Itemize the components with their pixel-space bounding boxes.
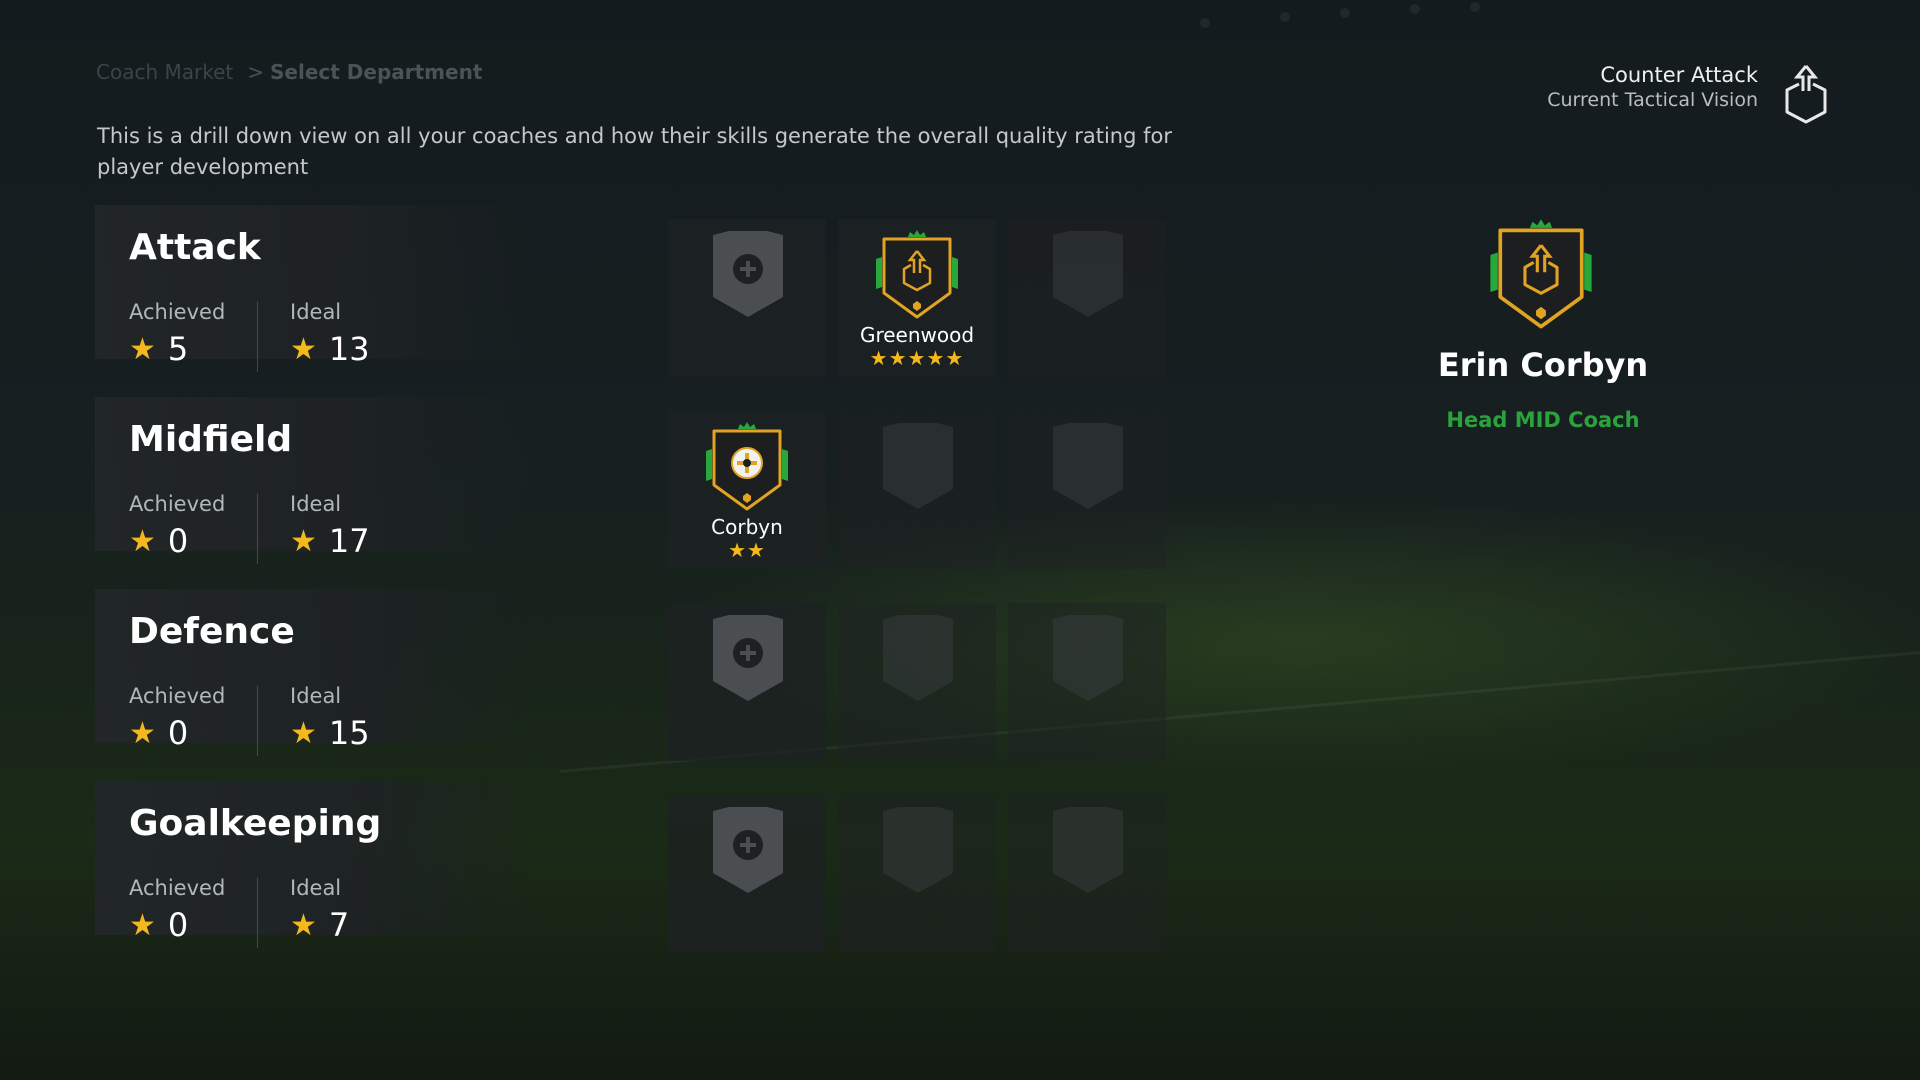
ideal-value: ★ 13 bbox=[290, 330, 370, 368]
star-icon: ★ bbox=[129, 331, 156, 367]
stat-divider bbox=[257, 302, 258, 372]
ideal-value: ★ 17 bbox=[290, 522, 370, 560]
stat-divider bbox=[257, 686, 258, 756]
empty-coach-slot bbox=[838, 795, 996, 953]
achieved-value: ★ 0 bbox=[129, 714, 225, 752]
ideal-number: 7 bbox=[328, 906, 350, 944]
midfield-coach-badge-icon bbox=[706, 422, 788, 511]
ideal-stat: Ideal ★ 7 bbox=[290, 876, 349, 944]
achieved-label: Achieved bbox=[129, 300, 226, 324]
ideal-stat: Ideal ★ 13 bbox=[290, 300, 370, 368]
ideal-number: 17 bbox=[328, 522, 370, 560]
stat-divider bbox=[257, 878, 258, 948]
add-coach-slot[interactable] bbox=[668, 219, 826, 377]
stadium-light bbox=[1280, 12, 1290, 22]
breadcrumb: Coach Market > Select Department bbox=[96, 60, 482, 84]
empty-coach-slot bbox=[1008, 219, 1166, 377]
add-coach-slot[interactable] bbox=[668, 795, 826, 953]
add-coach-icon bbox=[713, 231, 783, 317]
ideal-number: 13 bbox=[328, 330, 370, 368]
ideal-label: Ideal bbox=[290, 300, 342, 324]
stat-divider bbox=[257, 494, 258, 564]
ideal-value: ★ 15 bbox=[290, 714, 370, 752]
selected-coach-role: Head MID Coach bbox=[1446, 408, 1640, 432]
tactic-label: Current Tactical Vision bbox=[1547, 89, 1758, 111]
achieved-label: Achieved bbox=[129, 492, 226, 516]
achieved-number: 5 bbox=[167, 330, 189, 368]
add-coach-slot[interactable] bbox=[668, 603, 826, 761]
achieved-stat: Achieved ★ 0 bbox=[129, 876, 225, 944]
ideal-stat: Ideal ★ 15 bbox=[290, 684, 370, 752]
tactic-name: Counter Attack bbox=[1600, 63, 1758, 87]
breadcrumb-root[interactable]: Coach Market bbox=[96, 60, 233, 84]
ideal-label: Ideal bbox=[290, 684, 342, 708]
empty-slot-shield-icon bbox=[1053, 615, 1123, 701]
coach-rating-stars: ★★★★★ bbox=[869, 346, 965, 370]
coach-name: Greenwood bbox=[859, 323, 975, 347]
empty-coach-slot bbox=[1008, 795, 1166, 953]
breadcrumb-current: Select Department bbox=[270, 60, 483, 84]
achieved-stat: Achieved ★ 0 bbox=[129, 684, 225, 752]
coach-slot[interactable]: Greenwood ★★★★★ bbox=[838, 219, 996, 377]
stadium-light bbox=[1410, 4, 1420, 14]
empty-coach-slot bbox=[1008, 603, 1166, 761]
achieved-number: 0 bbox=[167, 714, 189, 752]
ideal-number: 15 bbox=[328, 714, 370, 752]
achieved-stat: Achieved ★ 5 bbox=[129, 300, 225, 368]
empty-slot-shield-icon bbox=[1053, 231, 1123, 317]
coach-rating-stars: ★★ bbox=[728, 538, 766, 562]
empty-slot-shield-icon bbox=[883, 423, 953, 509]
ideal-label: Ideal bbox=[290, 492, 342, 516]
achieved-number: 0 bbox=[167, 906, 189, 944]
empty-coach-slot bbox=[838, 603, 996, 761]
achieved-number: 0 bbox=[167, 522, 189, 560]
star-icon: ★ bbox=[129, 907, 156, 943]
department-name: Defence bbox=[129, 611, 295, 652]
star-icon: ★ bbox=[129, 715, 156, 751]
star-icon: ★ bbox=[290, 523, 317, 559]
star-icon: ★ bbox=[290, 715, 317, 751]
empty-slot-shield-icon bbox=[1053, 807, 1123, 893]
empty-coach-slot bbox=[1008, 411, 1166, 569]
department-midfield[interactable]: Midfield Achieved ★ 0 Ideal ★ 17 bbox=[95, 397, 535, 564]
coach-name: Corbyn bbox=[711, 515, 783, 539]
empty-slot-shield-icon bbox=[883, 807, 953, 893]
achieved-stat: Achieved ★ 0 bbox=[129, 492, 225, 560]
stadium-light bbox=[1470, 2, 1480, 12]
empty-slot-shield-icon bbox=[883, 615, 953, 701]
ideal-label: Ideal bbox=[290, 876, 342, 900]
star-icon: ★ bbox=[129, 523, 156, 559]
page-description: This is a drill down view on all your co… bbox=[97, 124, 1172, 179]
department-goalkeeping[interactable]: Goalkeeping Achieved ★ 0 Ideal ★ 7 bbox=[95, 781, 535, 948]
ideal-stat: Ideal ★ 17 bbox=[290, 492, 370, 560]
empty-slot-shield-icon bbox=[1053, 423, 1123, 509]
department-name: Goalkeeping bbox=[129, 803, 382, 844]
tactic-arrow-icon bbox=[1785, 65, 1827, 124]
selected-coach-badge-icon bbox=[1490, 219, 1592, 329]
achieved-label: Achieved bbox=[129, 876, 226, 900]
stadium-light bbox=[1200, 18, 1210, 28]
attack-coach-badge-icon bbox=[876, 230, 958, 319]
ideal-value: ★ 7 bbox=[290, 906, 349, 944]
breadcrumb-separator: > bbox=[247, 60, 265, 84]
department-name: Midfield bbox=[129, 419, 293, 460]
star-icon: ★ bbox=[290, 907, 317, 943]
tactical-vision: Counter Attack Current Tactical Vision bbox=[1547, 63, 1758, 111]
achieved-value: ★ 0 bbox=[129, 906, 225, 944]
add-coach-icon bbox=[713, 807, 783, 893]
selected-coach-name: Erin Corbyn bbox=[1437, 346, 1649, 384]
department-attack[interactable]: Attack Achieved ★ 5 Ideal ★ 13 bbox=[95, 205, 535, 372]
department-defence[interactable]: Defence Achieved ★ 0 Ideal ★ 15 bbox=[95, 589, 535, 756]
stadium-light bbox=[1340, 8, 1350, 18]
star-icon: ★ bbox=[290, 331, 317, 367]
achieved-value: ★ 0 bbox=[129, 522, 225, 560]
department-name: Attack bbox=[129, 227, 261, 268]
coach-slot[interactable]: Corbyn ★★ bbox=[668, 411, 826, 569]
achieved-value: ★ 5 bbox=[129, 330, 225, 368]
add-coach-icon bbox=[713, 615, 783, 701]
empty-coach-slot bbox=[838, 411, 996, 569]
achieved-label: Achieved bbox=[129, 684, 226, 708]
